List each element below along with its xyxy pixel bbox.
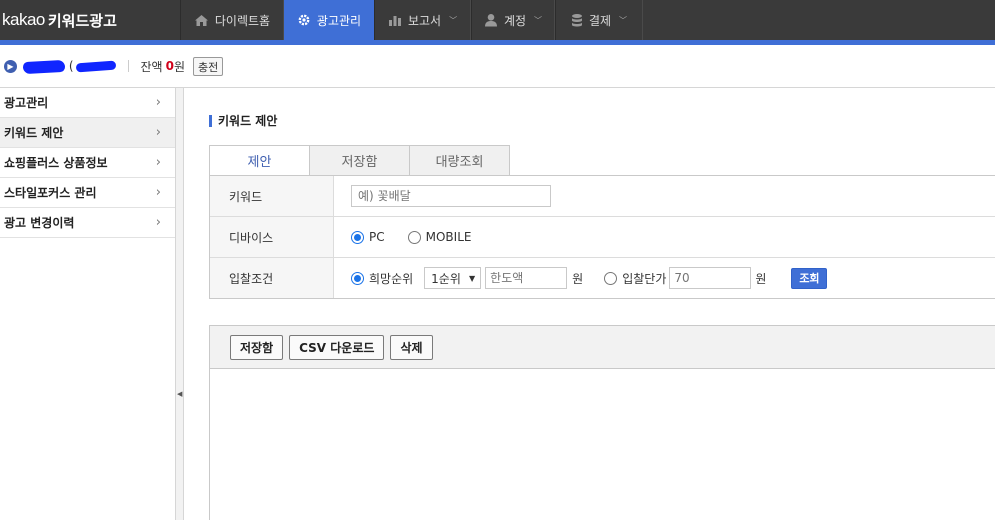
redacted-mark — [22, 59, 66, 74]
nav-label: 계정 — [503, 13, 527, 28]
nav-label: 다이렉트홈 — [214, 13, 271, 28]
top-navigation-bar: kakao 키워드광고 다이렉트홈 광고관리 보고서 ﹀ 계정 ﹀ 결제 ﹀ — [0, 0, 995, 40]
sidebar-item-label: 쇼핑플러스 상품정보 — [4, 156, 108, 170]
rank-select[interactable]: 1순위 ▼ — [424, 267, 482, 289]
chevron-right-circle-icon[interactable]: ▶ — [4, 59, 17, 73]
sidebar-item-keyword-suggest[interactable]: 키워드 제안 › — [0, 118, 175, 148]
csv-download-button[interactable]: CSV 다운로드 — [289, 334, 385, 360]
sidebar-item-ad-management[interactable]: 광고관리 › — [0, 88, 175, 118]
coins-icon — [571, 14, 582, 27]
sidebar-splitter[interactable]: ◀ — [176, 88, 184, 520]
product-name: 키워드광고 — [47, 11, 117, 30]
chevron-down-icon: ﹀ — [449, 15, 458, 25]
main-nav: 다이렉트홈 광고관리 보고서 ﹀ 계정 ﹀ 결제 ﹀ — [180, 0, 643, 40]
main-content: 키워드 제안 제안 저장함 대량조회 키워드 디바이스 PC MOBILE — [185, 88, 995, 520]
limit-amount-input[interactable] — [485, 267, 568, 289]
keyword-input[interactable] — [351, 185, 551, 207]
form-row-device: 디바이스 PC MOBILE — [210, 217, 995, 258]
dropdown-arrow-icon: ▼ — [469, 273, 476, 283]
nav-label: 광고관리 — [316, 13, 362, 28]
nav-ad-management[interactable]: 광고관리 — [284, 0, 374, 40]
chevron-down-icon: ﹀ — [619, 15, 628, 25]
chevron-right-icon: › — [155, 125, 161, 140]
title-marker — [209, 114, 212, 127]
tab-bulk-lookup[interactable]: 대량조회 — [409, 145, 510, 176]
sidebar-item-change-history[interactable]: 광고 변경이력 › — [0, 208, 175, 238]
sidebar-item-style-focus[interactable]: 스타일포커스 관리 › — [0, 178, 175, 208]
user-icon — [484, 14, 497, 27]
logo[interactable]: kakao 키워드광고 — [0, 0, 180, 40]
tab-saved[interactable]: 저장함 — [309, 145, 410, 176]
rank-select-value: 1순위 — [431, 271, 461, 286]
sidebar-item-label: 광고 변경이력 — [4, 216, 75, 230]
gear-icon — [298, 14, 310, 26]
nav-label: 결제 — [588, 13, 612, 28]
radio-selected-icon[interactable] — [351, 271, 364, 285]
nav-direct-home[interactable]: 다이렉트홈 — [180, 0, 284, 40]
results-toolbar: 저장함 CSV 다운로드 삭제 — [210, 326, 995, 369]
account-bar: ▶ ( 잔액 0 원 충전 — [0, 45, 995, 88]
sidebar-item-label: 광고관리 — [4, 96, 49, 110]
chevron-right-icon: › — [155, 185, 161, 200]
delete-button[interactable]: 삭제 — [390, 334, 433, 360]
radio-unselected-icon[interactable] — [604, 271, 618, 285]
redacted-mark — [75, 60, 116, 73]
nav-payment[interactable]: 결제 ﹀ — [555, 0, 643, 40]
radio-label: PC — [369, 230, 385, 244]
page-title-text: 키워드 제안 — [218, 114, 278, 128]
account-name-paren: ( — [68, 59, 74, 73]
results-panel: 저장함 CSV 다운로드 삭제 — [209, 325, 995, 520]
tab-bar: 제안 저장함 대량조회 — [209, 145, 510, 176]
save-to-storage-button[interactable]: 저장함 — [230, 334, 284, 360]
radio-label: MOBILE — [425, 230, 472, 244]
unit-label: 원 — [572, 271, 584, 286]
charge-button[interactable]: 충전 — [193, 56, 224, 76]
bid-label: 입찰조건 — [210, 258, 334, 298]
unit-label: 원 — [755, 271, 767, 286]
sidebar-item-shopping-plus[interactable]: 쇼핑플러스 상품정보 › — [0, 148, 175, 178]
chevron-right-icon: › — [155, 215, 161, 230]
balance-label: 잔액 — [140, 59, 163, 74]
device-label: 디바이스 — [210, 217, 334, 257]
divider — [127, 60, 129, 72]
sidebar-item-label: 스타일포커스 관리 — [4, 186, 97, 200]
radio-label: 입찰단가 — [622, 271, 667, 286]
nav-label: 보고서 — [407, 13, 442, 28]
radio-selected-icon[interactable] — [351, 230, 364, 244]
nav-reports[interactable]: 보고서 ﹀ — [374, 0, 471, 40]
sidebar: 광고관리 › 키워드 제안 › 쇼핑플러스 상품정보 › 스타일포커스 관리 ›… — [0, 88, 176, 520]
collapse-arrow-icon[interactable]: ◀ — [177, 390, 182, 398]
device-option-mobile[interactable]: MOBILE — [407, 230, 472, 244]
balance-value: 0 — [165, 59, 174, 73]
account-name[interactable]: ( — [22, 59, 116, 74]
radio-unselected-icon[interactable] — [407, 230, 421, 244]
chevron-right-icon: › — [155, 95, 161, 110]
chevron-down-icon: ﹀ — [534, 15, 543, 25]
keyword-label: 키워드 — [210, 176, 334, 216]
bar-chart-icon — [388, 15, 401, 26]
brand-name: kakao — [2, 10, 45, 29]
nav-account[interactable]: 계정 ﹀ — [471, 0, 555, 40]
query-button[interactable]: 조회 — [791, 267, 828, 289]
form-row-keyword: 키워드 — [210, 176, 995, 217]
sidebar-item-label: 키워드 제안 — [4, 126, 64, 140]
radio-label: 희망순위 — [369, 271, 414, 286]
chevron-right-icon: › — [155, 155, 161, 170]
suggest-form: 키워드 디바이스 PC MOBILE 입찰조건 — [209, 175, 995, 299]
bid-option-price[interactable]: 입찰단가 — [604, 270, 666, 287]
form-row-bid: 입찰조건 희망순위 1순위 ▼ 원 입찰단가 원 조회 — [210, 258, 995, 299]
tab-suggest[interactable]: 제안 — [209, 145, 310, 176]
balance-unit: 원 — [173, 59, 186, 74]
home-icon — [194, 14, 208, 26]
device-option-pc[interactable]: PC — [351, 230, 385, 244]
page-title: 키워드 제안 — [209, 112, 277, 129]
bid-option-rank[interactable]: 희망순위 — [351, 270, 413, 287]
bid-price-input[interactable] — [669, 267, 752, 289]
